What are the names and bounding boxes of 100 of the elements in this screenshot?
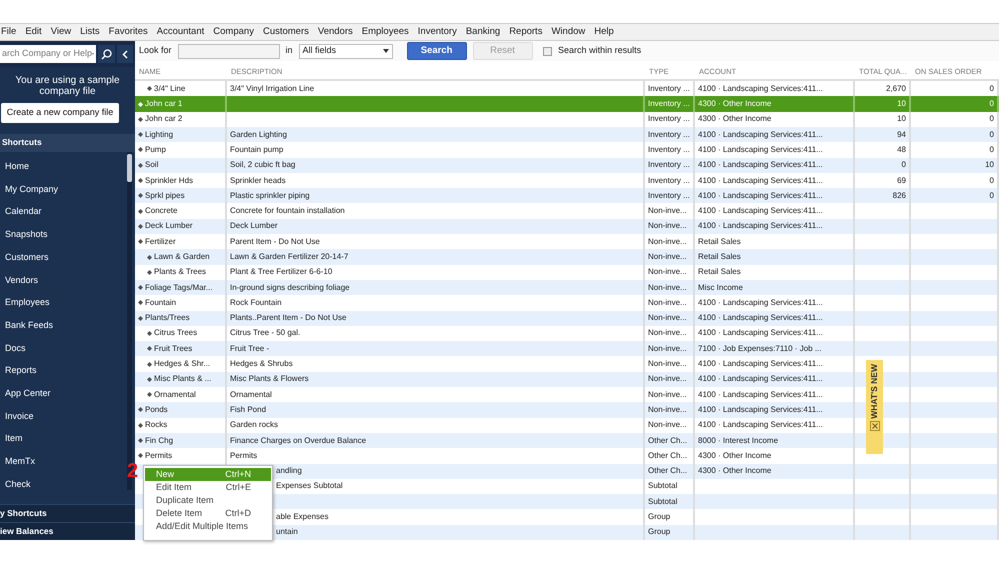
table-cell: Other Ch... <box>648 434 688 447</box>
table-row[interactable]: John car 2 Inventory ... 4300 · Other Income 10 0 <box>135 112 999 127</box>
table-cell: Retail Sales <box>698 236 741 248</box>
diamond-icon <box>138 178 143 184</box>
menu-item[interactable]: Delete Item Ctrl+D <box>145 507 271 520</box>
table-cell: Hedges & Shr... <box>154 358 210 370</box>
sidebar-section-header[interactable]: iew Balances <box>0 522 135 540</box>
menu-item[interactable]: View <box>50 24 72 40</box>
table-row[interactable]: Permits Permits Other Ch... 4300 · Other Income <box>135 448 999 464</box>
sidebar-item[interactable]: Bank Feeds <box>0 314 118 337</box>
table-row[interactable]: Fruit Trees Fruit Tree - Non-inve... 7100 · Job Expenses:7110 · Job ... <box>135 341 999 356</box>
menu-item[interactable]: Lists <box>80 24 100 40</box>
search-field[interactable]: arch Company or Help <box>0 45 96 63</box>
table-row[interactable]: Foliage Tags/Mar... In-ground signs describing foliage Non-inve... Misc Income <box>135 280 999 296</box>
sidebar-item[interactable]: Home <box>0 156 118 178</box>
menu-item[interactable]: Vendors <box>318 24 353 40</box>
table-cell: 4300 · Other Income <box>698 113 772 126</box>
menu-item[interactable]: Favorites <box>108 24 148 40</box>
table-row[interactable]: Lawn & Garden Lawn & Garden Fertilizer 20-14-7 Non-inve... Retail Sales <box>135 249 999 265</box>
table-cell: 4100 · Landscaping Services:411... <box>698 312 823 324</box>
sidebar-section-header[interactable]: y Shortcuts <box>0 504 135 522</box>
whats-new-tab[interactable]: WHAT'S NEW <box>866 360 883 454</box>
table-row[interactable]: Fin Chg Finance Charges on Overdue Balance Other Ch... 8000 · Interest Income <box>135 432 999 448</box>
table-cell: Soil, 2 cubic ft bag <box>230 159 296 172</box>
menu-item[interactable]: File <box>1 24 16 40</box>
create-company-button[interactable]: Create a new company file <box>1 103 119 122</box>
scrollbar-thumb[interactable] <box>127 154 132 182</box>
table-row[interactable]: Lighting Garden Lighting Inventory ... 4100 · Landscaping Services:411... 94 0 <box>135 126 999 142</box>
table-row[interactable]: Rocks Garden rocks Non-inve... 4100 · Landscaping Services:411... <box>135 418 999 433</box>
sidebar-item[interactable]: Vendors <box>0 268 118 292</box>
table-cell: Fish Pond <box>230 404 266 416</box>
table-cell: 3/4" Line <box>154 82 186 95</box>
menu-item[interactable]: Inventory <box>418 24 457 40</box>
menu-item[interactable]: Window <box>551 24 586 40</box>
checkbox[interactable] <box>543 46 552 56</box>
sidebar-item[interactable]: Invoice <box>0 405 118 428</box>
table-cell: Non-inve... <box>648 220 687 232</box>
table-row[interactable]: Fertilizer Parent Item - Do Not Use Non-inve... Retail Sales <box>135 234 999 250</box>
table-cell: Soil <box>145 159 158 172</box>
sidebar-item[interactable]: App Center <box>0 382 118 406</box>
diamond-icon <box>138 147 143 152</box>
look-for-field[interactable] <box>178 44 280 59</box>
menu-item[interactable]: New Ctrl+N <box>145 468 271 481</box>
table-row[interactable]: Plants/Trees Plants..Parent Item - Do Not Use Non-inve... 4100 · Landscaping Services:411... <box>135 310 999 326</box>
table-row[interactable]: 3/4" Line 3/4" Vinyl Irrigation Line Inventory ... 4100 · Landscaping Services:411... 2,670 0 <box>135 81 999 96</box>
menu-item[interactable]: Reports <box>509 24 542 40</box>
menu-item[interactable]: Edit Item Ctrl+E <box>145 481 271 494</box>
search-button[interactable]: Search <box>406 42 467 60</box>
menu-item[interactable]: Company <box>213 24 254 40</box>
sidebar-item[interactable]: Item <box>0 428 118 450</box>
table-cell: 4100 · Landscaping Services:411... <box>698 220 823 232</box>
menu-item[interactable]: Duplicate Item <box>145 494 271 507</box>
table-row[interactable]: Pump Fountain pump Inventory ... 4100 · Landscaping Services:411... 48 0 <box>135 142 999 158</box>
table-cell: Non-inve... <box>648 296 687 309</box>
table-cell: Citrus Tree - 50 gal. <box>230 327 300 340</box>
sidebar-item[interactable]: My Company <box>0 178 118 201</box>
collapse-button[interactable] <box>116 45 133 63</box>
table-row[interactable]: Soil Soil, 2 cubic ft bag Inventory ... 4100 · Landscaping Services:411... 0 10 <box>135 158 999 173</box>
table-row[interactable]: Concrete Concrete for fountain installation Non-inve... 4100 · Landscaping Services:411... <box>135 203 999 219</box>
field-select[interactable]: All fields <box>298 44 393 59</box>
menu-item[interactable]: Customers <box>262 24 309 40</box>
table-row[interactable]: Deck Lumber Deck Lumber Non-inve... 4100 · Landscaping Services:411... <box>135 218 999 234</box>
table-cell: Non-inve... <box>648 282 687 294</box>
sidebar-item[interactable]: Snapshots <box>0 224 118 246</box>
sidebar-item[interactable]: Check <box>0 473 118 496</box>
sidebar-item[interactable]: Employees <box>0 292 118 314</box>
sidebar-item[interactable]: Docs <box>0 337 118 360</box>
menu-item[interactable]: Help <box>594 24 614 40</box>
sidebar-item[interactable]: MemTx <box>0 450 118 474</box>
table-row[interactable]: Sprinkler Hds Sprinkler heads Inventory ... 4100 · Landscaping Services:411... 69 0 <box>135 172 999 188</box>
menu-item[interactable]: Employees <box>362 24 409 40</box>
table-cell: 8000 · Interest Income <box>698 434 778 447</box>
table-cell: Non-inve... <box>648 373 687 386</box>
table-cell: Retail Sales <box>698 266 741 278</box>
menu-item[interactable]: Banking <box>466 24 500 40</box>
shortcut-label: Ctrl+D <box>225 506 251 520</box>
table-cell: Non-inve... <box>648 251 687 263</box>
close-icon[interactable] <box>870 421 880 431</box>
table-row[interactable]: Plants & Trees Plant & Tree Fertilizer 6-6-10 Non-inve... Retail Sales <box>135 264 999 280</box>
table-cell: Misc Plants & ... <box>154 373 212 386</box>
table-cell: 10 <box>897 98 906 110</box>
sidebar-item[interactable]: Customers <box>0 246 118 269</box>
table-row[interactable]: Sprkl pipes Plastic sprinkler piping Inventory ... 4100 · Landscaping Services:411... 826 0 <box>135 188 999 204</box>
search-button[interactable] <box>98 45 114 63</box>
table-cell: Fertilizer <box>145 236 176 248</box>
table-cell: Group <box>648 511 670 524</box>
table-cell: 10 <box>985 159 994 172</box>
diamond-icon <box>138 208 143 214</box>
table-cell: Ornamental <box>154 388 196 401</box>
menu-item[interactable]: Accountant <box>156 24 204 40</box>
table-cell: Non-inve... <box>648 205 687 218</box>
table-cell: 0 <box>990 190 994 202</box>
table-row[interactable]: John car 1 Inventory ... 4300 · Other Income 10 0 <box>135 96 999 112</box>
sidebar-item[interactable]: Reports <box>0 360 118 382</box>
table-cell: In-ground signs describing foliage <box>230 282 350 294</box>
sidebar-item[interactable]: Calendar <box>0 200 118 224</box>
table-cell: Plants & Trees <box>154 266 206 278</box>
shortcut-label: Ctrl+E <box>226 480 251 494</box>
menu-item[interactable]: Edit <box>25 24 42 40</box>
table-row[interactable]: Fountain Rock Fountain Non-inve... 4100 · Landscaping Services:411... <box>135 295 999 311</box>
